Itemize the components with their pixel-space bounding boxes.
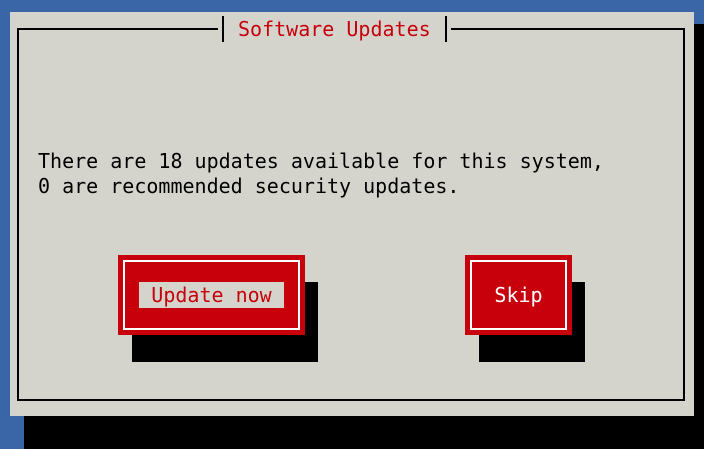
- terminal-screen: Software Updates There are 18 updates av…: [0, 0, 704, 449]
- update-now-label: Update now: [139, 282, 284, 308]
- software-updates-dialog: Software Updates There are 18 updates av…: [10, 12, 694, 416]
- title-right-tick: [444, 16, 447, 42]
- skip-label: Skip: [494, 283, 543, 307]
- skip-button[interactable]: Skip: [465, 255, 572, 335]
- dialog-message: There are 18 updates available for this …: [38, 149, 604, 198]
- update-now-button[interactable]: Update now: [118, 255, 305, 335]
- dialog-shadow-right: [694, 24, 704, 449]
- dialog-title-bar: Software Updates: [218, 16, 451, 42]
- dialog-title: Software Updates: [238, 17, 431, 41]
- dialog-shadow-bottom: [24, 416, 704, 449]
